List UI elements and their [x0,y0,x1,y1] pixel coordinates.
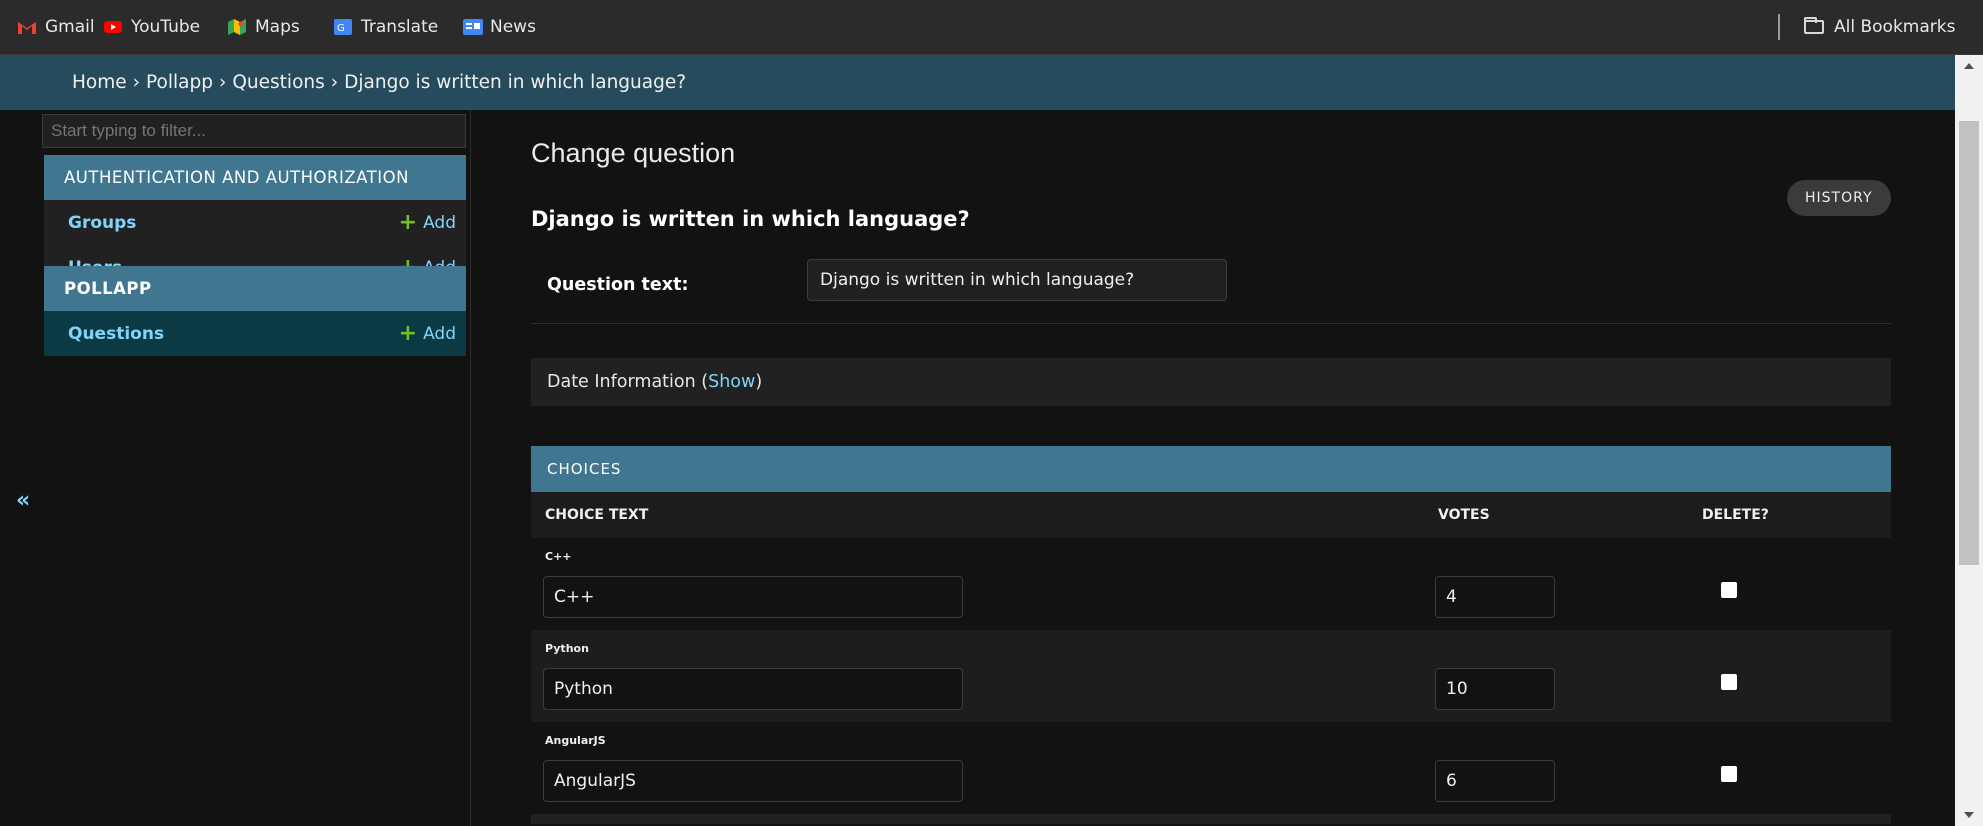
question-text-input[interactable] [807,259,1227,301]
add-group-button[interactable]: + Add [398,209,456,235]
col-delete: DELETE? [1702,507,1769,523]
choice-original: C++ [545,550,572,563]
breadcrumb-separator: › [132,72,141,93]
question-text-label: Question text: [547,275,689,295]
col-choice-text: CHOICE TEXT [545,507,649,523]
bookmark-news[interactable]: News [463,0,536,54]
nav-sidebar: AUTHENTICATION AND AUTHORIZATION Groups … [0,110,471,826]
votes-input[interactable] [1435,576,1555,618]
page-title: Change question [531,138,736,168]
bookmark-maps[interactable]: Maps [228,0,300,54]
questions-link[interactable]: Questions [68,324,164,344]
history-button[interactable]: HISTORY [1787,180,1891,216]
choices-header: CHOICES [531,446,1891,492]
bookmark-gmail[interactable]: Gmail [18,0,95,54]
module-header[interactable]: POLLAPP [44,266,466,311]
bookmark-label: Gmail [45,17,95,37]
all-bookmarks-label: All Bookmarks [1834,17,1956,37]
bookmark-label: Translate [361,17,439,37]
choice-text-input[interactable] [543,668,963,710]
delete-checkbox[interactable] [1721,582,1737,598]
all-bookmarks-button[interactable]: All Bookmarks [1804,0,1955,54]
bookmark-label: Maps [255,17,300,37]
question-text-row: Question text: [531,253,1891,324]
scroll-down-arrow-icon[interactable] [1964,812,1974,818]
bookmark-translate[interactable]: G Translate [334,0,438,54]
svg-text:G: G [337,23,345,34]
choice-row: Python [531,630,1891,722]
breadcrumb-app[interactable]: Pollapp [146,72,213,93]
bookmarks-bar: Gmail YouTube Maps G Translate News All … [0,0,1983,55]
module-pollapp: POLLAPP Questions + Add [44,266,466,356]
main-content: Change question HISTORY Django is writte… [471,110,1955,826]
choice-original: Python [545,642,589,655]
groups-link[interactable]: Groups [68,213,136,233]
choices-footer [531,814,1891,824]
date-information-label: Date Information [547,372,696,392]
collapse-sidebar-button[interactable]: « [16,488,30,513]
scrollbar-thumb[interactable] [1959,121,1979,565]
breadcrumb-separator: › [330,72,339,93]
maps-icon [228,19,246,35]
folder-icon [1804,17,1824,34]
object-title: Django is written in which language? [531,207,970,231]
plus-icon: + [398,320,418,346]
breadcrumb-separator: › [218,72,227,93]
choice-text-input[interactable] [543,576,963,618]
news-icon [463,19,483,35]
show-date-link[interactable]: Show [708,372,755,392]
add-label: Add [423,212,456,233]
sidebar-filter-input[interactable] [42,114,466,148]
breadcrumb: Home › Pollapp › Questions › Django is w… [72,55,686,110]
gmail-icon [18,19,36,35]
delete-checkbox[interactable] [1721,674,1737,690]
bookmark-label: YouTube [131,17,201,37]
breadcrumb-model[interactable]: Questions [232,72,324,93]
sidebar-item-groups: Groups + Add [44,200,466,245]
choices-inline: CHOICES CHOICE TEXT VOTES DELETE? C++ Py… [531,446,1891,824]
sidebar-item-questions: Questions + Add [44,311,466,356]
page-scrollbar[interactable] [1955,55,1983,826]
breadcrumb-home[interactable]: Home [72,72,127,93]
breadcrumb-bar: Home › Pollapp › Questions › Django is w… [0,55,1955,110]
scroll-up-arrow-icon[interactable] [1964,63,1974,69]
col-votes: VOTES [1438,507,1490,523]
module-header[interactable]: AUTHENTICATION AND AUTHORIZATION [44,155,466,200]
choice-row: AngularJS [531,722,1891,814]
bookmark-label: News [490,17,536,37]
add-label: Add [423,323,456,344]
translate-icon: G [334,19,352,35]
bookmarks-divider [1778,14,1780,40]
add-question-button[interactable]: + Add [398,320,456,346]
delete-checkbox[interactable] [1721,766,1737,782]
choice-row: C++ [531,538,1891,630]
date-information-fieldset: Date Information (Show) [531,358,1891,406]
breadcrumb-current: Django is written in which language? [344,72,687,93]
choice-original: AngularJS [545,734,606,747]
choice-text-input[interactable] [543,760,963,802]
plus-icon: + [398,209,418,235]
votes-input[interactable] [1435,668,1555,710]
choices-columns: CHOICE TEXT VOTES DELETE? [531,492,1891,538]
youtube-icon [104,19,122,35]
bookmark-youtube[interactable]: YouTube [104,0,200,54]
votes-input[interactable] [1435,760,1555,802]
